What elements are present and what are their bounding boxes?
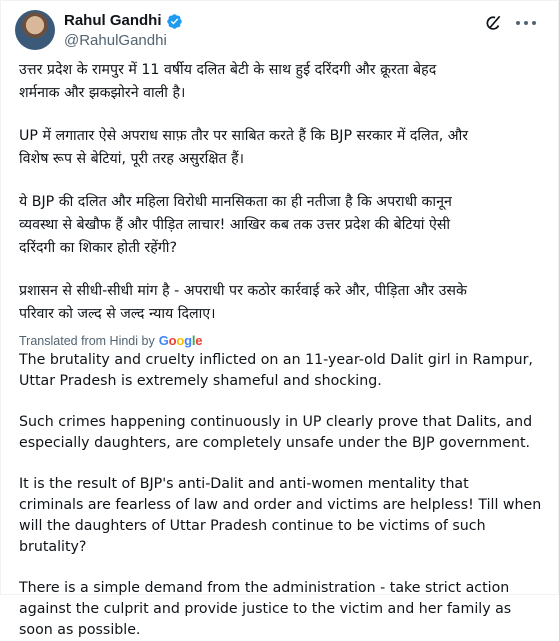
post-body: उत्तर प्रदेश के रामपुर में 11 वर्षीय दलि… xyxy=(19,59,542,641)
english-paragraph: It is the result of BJP's anti-Dalit and… xyxy=(19,476,542,555)
more-options-icon[interactable] xyxy=(514,13,538,33)
grok-icon[interactable] xyxy=(483,13,503,33)
avatar[interactable] xyxy=(15,10,55,50)
hindi-paragraph: ये BJP की दलित और महिला विरोधी मानसिकता … xyxy=(19,194,452,256)
author-name[interactable]: Rahul Gandhi xyxy=(64,11,162,31)
verified-badge-icon xyxy=(166,13,182,29)
translated-label: Translated from Hindi by xyxy=(19,334,155,348)
hindi-paragraph: UP में लगातार ऐसे अपराध साफ़ तौर पर साबि… xyxy=(19,128,469,167)
author-handle[interactable]: @RahulGandhi xyxy=(64,31,167,51)
translation-attribution[interactable]: Translated from Hindi by Google xyxy=(19,332,542,350)
hindi-paragraph: प्रशासन से सीधी-सीधी मांग है - अपराधी पर… xyxy=(19,283,467,322)
post-card: Rahul Gandhi @RahulGandhi उत्तर प्रदेश क… xyxy=(0,0,559,638)
english-paragraph: Such crimes happening continuously in UP… xyxy=(19,414,533,451)
author-name-row[interactable]: Rahul Gandhi xyxy=(64,11,183,31)
english-paragraph: The brutality and cruelty inflicted on a… xyxy=(19,352,533,389)
english-paragraph: There is a simple demand from the admini… xyxy=(19,580,512,638)
google-logo: Google xyxy=(158,333,203,348)
hindi-paragraph: उत्तर प्रदेश के रामपुर में 11 वर्षीय दलि… xyxy=(19,62,437,101)
